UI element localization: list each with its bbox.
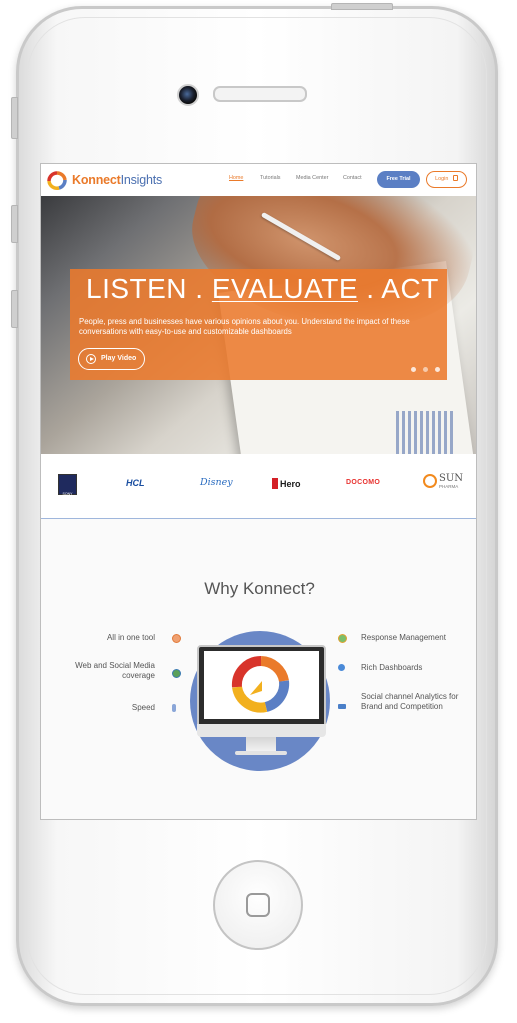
silent-switch	[11, 97, 18, 139]
hero-chart-image	[396, 411, 456, 454]
monitor-screen	[204, 651, 319, 719]
login-button[interactable]: Login	[426, 171, 467, 188]
response-icon	[338, 634, 347, 643]
nav-link-tutorials[interactable]: Tutorials	[260, 175, 280, 181]
konnect-big-logo-icon	[231, 655, 290, 713]
hero-motocorp-logo: Hero	[272, 478, 301, 489]
client-logos-strip: SONY HCL Disney Hero DOCOMO SUN PHARMA	[41, 454, 476, 519]
feature-all-in-one: All in one tool	[106, 633, 155, 642]
hero-title-act: . ACT	[358, 273, 439, 304]
top-navbar: KonnectInsights Home Tutorials Media Cen…	[41, 164, 476, 196]
play-icon	[86, 354, 96, 364]
hero-overlay-box: LISTEN . EVALUATE . ACT People, press an…	[70, 269, 447, 380]
sony-logo: SONY	[58, 474, 77, 496]
feature-response-management: Response Management	[361, 633, 446, 642]
feature-rich-dashboards: Rich Dashboards	[361, 663, 423, 672]
nav-link-home[interactable]: Home	[229, 175, 243, 181]
docomo-logo: DOCOMO	[346, 479, 381, 486]
hero-title-listen: LISTEN .	[86, 273, 212, 304]
globe-icon	[172, 669, 181, 678]
monitor-chin	[197, 724, 326, 737]
hero-logo-text: Hero	[280, 479, 301, 489]
konnect-logo-icon	[47, 171, 67, 190]
brand-name-blue: Insights	[120, 173, 163, 187]
brand-name-orange: Konnect	[72, 173, 121, 187]
carousel-dot[interactable]	[435, 367, 440, 372]
earpiece-speaker	[213, 86, 307, 102]
hero-mark-icon	[272, 478, 278, 489]
disney-logo: Disney	[200, 477, 233, 488]
volume-up-button	[11, 205, 18, 243]
front-camera	[177, 84, 199, 106]
feature-social-channel-analytics: Social channel Analytics for Brand and C…	[361, 692, 459, 711]
monitor-illustration	[197, 645, 326, 731]
dashboard-icon	[338, 664, 345, 671]
volume-down-button	[11, 290, 18, 328]
home-button[interactable]	[213, 860, 303, 950]
sun-logo-text: SUN	[439, 473, 464, 484]
home-square-icon	[246, 893, 270, 917]
monitor-stand	[246, 737, 276, 751]
why-konnect-title: Why Konnect?	[204, 579, 315, 598]
monitor-base	[235, 751, 287, 755]
hcl-logo: HCL	[126, 478, 145, 488]
hero-banner: LISTEN . EVALUATE . ACT People, press an…	[41, 196, 476, 454]
sun-logo-subtext: PHARMA	[439, 484, 459, 489]
website-screen: KonnectInsights Home Tutorials Media Cen…	[40, 163, 477, 820]
rocket-icon	[172, 704, 176, 712]
power-button	[331, 3, 393, 10]
lock-icon	[452, 175, 458, 181]
feature-speed: Speed	[131, 703, 155, 712]
brand-logo-text[interactable]: KonnectInsights	[72, 173, 162, 187]
play-video-label: Play Video	[101, 355, 137, 362]
tool-icon	[172, 634, 181, 643]
play-video-button[interactable]: Play Video	[78, 348, 145, 370]
nav-link-media-center[interactable]: Media Center	[296, 175, 328, 181]
carousel-dot[interactable]	[423, 367, 428, 372]
analytics-icon	[338, 704, 346, 709]
login-label: Login	[435, 176, 449, 182]
feature-web-social-coverage: Web and Social Media coverage	[75, 661, 155, 680]
hero-description: People, press and businesses have variou…	[79, 317, 410, 336]
carousel-dot[interactable]	[411, 367, 416, 372]
sun-circle-icon	[423, 474, 437, 488]
free-trial-button[interactable]: Free Trial	[377, 171, 420, 188]
hero-title: LISTEN . EVALUATE . ACT	[86, 273, 439, 305]
hero-title-evaluate: EVALUATE	[211, 273, 358, 304]
nav-link-contact[interactable]: Contact	[343, 175, 362, 181]
